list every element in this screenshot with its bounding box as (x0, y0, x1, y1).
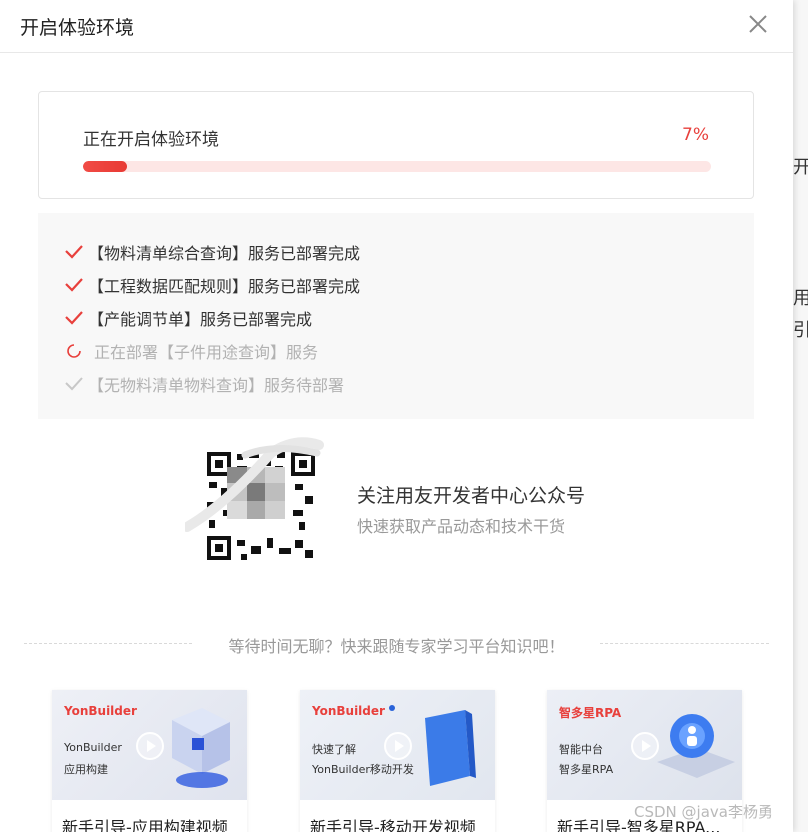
card-line2: YonBuilder移动开发 (312, 763, 414, 776)
play-icon[interactable] (135, 731, 165, 761)
video-card-app-build[interactable]: YonBuilder YonBuilder 应用构建 新手引导-应用构建视频 (52, 690, 247, 832)
card-line2: 应用构建 (64, 763, 108, 776)
video-card-mobile-dev[interactable]: YonBuilder 快速了解 YonBuilder移动开发 新手引导-移动开发… (300, 690, 495, 832)
close-icon[interactable] (744, 10, 772, 38)
background-text: 用有 (793, 288, 808, 309)
check-icon (64, 374, 84, 394)
close-button[interactable] (744, 10, 772, 38)
status-item: 【产能调节单】服务已部署完成 (64, 306, 312, 330)
spinner-icon (64, 341, 84, 361)
follow-subtitle: 快速获取产品动态和技术干货 (357, 517, 566, 536)
status-item: 【无物料清单物料查询】服务待部署 (64, 372, 344, 396)
background-text: 引最 (793, 320, 808, 341)
background-page (793, 0, 808, 832)
progress-card: 正在开启体验环境 7% (38, 91, 754, 199)
status-text: 正在部署【子件用途查询】服务 (94, 343, 319, 362)
card-brand: YonBuilder (312, 704, 385, 718)
divider-line (600, 643, 769, 644)
status-item: 正在部署【子件用途查询】服务 (64, 339, 318, 363)
card-line1: YonBuilder (64, 741, 122, 754)
status-item: 【工程数据匹配规则】服务已部署完成 (64, 273, 360, 297)
dialog-header: 开启体验环境 (0, 0, 793, 53)
progress-percent: 7% (682, 125, 709, 145)
environment-dialog: 开启体验环境 正在开启体验环境 7% 【物料清单综合查询】服务已部署完成 【工程… (0, 0, 793, 832)
video-thumbnail[interactable]: YonBuilder 快速了解 YonBuilder移动开发 (300, 690, 495, 800)
check-icon (64, 308, 84, 328)
status-item: 【物料清单综合查询】服务已部署完成 (64, 240, 360, 264)
divider-text: 等待时间无聊？快来跟随专家学习平台知识吧！ (228, 637, 565, 656)
page: 开 用有 引最 开启体验环境 正在开启体验环境 7% (0, 0, 808, 832)
progress-bar (83, 161, 711, 172)
card-title[interactable]: 新手引导-应用构建视频 (62, 814, 228, 832)
progress-bar-fill (83, 161, 127, 172)
follow-title: 关注用友开发者中心公众号 (357, 485, 586, 507)
status-text: 【产能调节单】服务已部署完成 (88, 310, 313, 329)
play-icon[interactable] (630, 731, 660, 761)
card-line2: 智多星RPA (559, 763, 614, 776)
learning-divider: 等待时间无聊？快来跟随专家学习平台知识吧！ (24, 633, 769, 656)
background-text: 开 (793, 157, 808, 178)
video-thumbnail[interactable]: YonBuilder YonBuilder 应用构建 (52, 690, 247, 800)
status-text: 【工程数据匹配规则】服务已部署完成 (88, 277, 361, 296)
status-text: 【无物料清单物料查询】服务待部署 (88, 376, 345, 395)
progress-label: 正在开启体验环境 (83, 130, 219, 150)
dialog-title: 开启体验环境 (20, 17, 135, 39)
video-thumbnail[interactable]: 智多星RPA 智能中台 智多星RPA (547, 690, 742, 800)
qr-obscure-overlay (185, 437, 324, 532)
watermark: CSDN @java李杨勇 (634, 803, 773, 821)
card-title[interactable]: 新手引导-移动开发视频 (310, 814, 476, 832)
status-text: 【物料清单综合查询】服务已部署完成 (88, 244, 361, 263)
play-icon[interactable] (383, 731, 413, 761)
card-brand: 智多星RPA (559, 706, 622, 720)
card-line1: 智能中台 (559, 743, 603, 756)
card-brand: YonBuilder (64, 704, 137, 718)
deploy-status-panel: 【物料清单综合查询】服务已部署完成 【工程数据匹配规则】服务已部署完成 【产能调… (38, 213, 754, 419)
check-icon (64, 242, 84, 262)
card-line1: 快速了解 (312, 743, 356, 756)
check-icon (64, 275, 84, 295)
